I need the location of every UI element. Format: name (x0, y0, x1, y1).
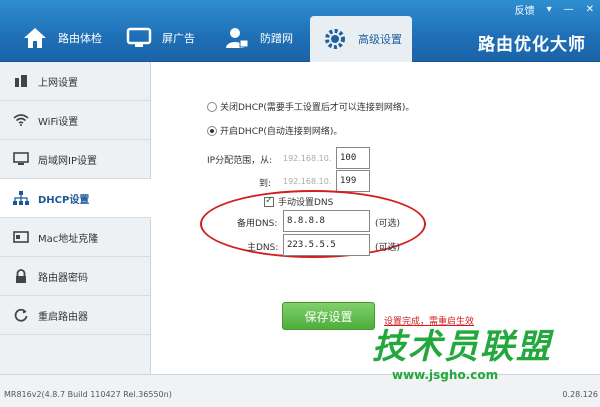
menu-button[interactable]: ▾ (541, 4, 558, 15)
dhcp-disable-label: 关闭DHCP(需要手工设置后才可以连接到网络)。 (220, 103, 415, 113)
ip-range-from-label: IP分配范围，从: (207, 156, 273, 166)
minimize-button[interactable]: — (558, 4, 580, 15)
tab-router-check[interactable]: 路由体检 (20, 16, 102, 60)
ip-range-end-input[interactable]: 199 (336, 170, 370, 192)
sidebar-item-label: 重启路由器 (38, 311, 88, 323)
dhcp-disable-radio[interactable] (207, 101, 217, 112)
dhcp-enable-label: 开启DHCP(自动连接到网络)。 (220, 127, 343, 137)
sidebar-item-mac-clone[interactable]: Mac地址克隆 (0, 218, 150, 257)
feedback-link[interactable]: 反馈 (509, 2, 541, 17)
checkmark-icon: ✓ (265, 194, 274, 206)
tab-label: 高级设置 (358, 33, 402, 46)
ip-range-start-input[interactable]: 100 (336, 147, 370, 169)
dhcp-disable-option[interactable]: 关闭DHCP(需要手工设置后才可以连接到网络)。 (207, 100, 414, 113)
backup-dns-label: 备用DNS: (237, 219, 278, 229)
status-message: 设置完成，需重启生效 (384, 317, 475, 327)
refresh-icon (12, 307, 30, 323)
sidebar-item-label: 上网设置 (38, 77, 78, 89)
tab-label: 屏广告 (162, 32, 195, 45)
save-settings-button[interactable]: 保存设置 (282, 302, 375, 330)
sidebar-item-label: 局域网IP设置 (38, 155, 97, 167)
top-toolbar: 反馈 ▾ — ✕ 路由体检 屏广告 防蹭网 高级设置 路由优化大师 (0, 0, 600, 62)
sidebar: 上网设置 WiFi设置 局域网IP设置 DHCP设置 Mac地址克隆 路由器密码 (0, 62, 151, 374)
sidebar-item-label: Mac地址克隆 (38, 233, 99, 245)
network-tree-icon (12, 190, 30, 206)
tab-ad-block[interactable]: 屏广告 (124, 16, 195, 60)
lock-icon (12, 268, 30, 284)
sidebar-item-label: DHCP设置 (38, 194, 90, 206)
primary-dns-optional: (可选) (375, 243, 401, 253)
tab-anti-leech[interactable]: 防蹭网 (222, 16, 293, 60)
tab-advanced-settings[interactable]: 高级设置 (310, 16, 412, 62)
sidebar-item-lan-ip[interactable]: 局域网IP设置 (0, 140, 150, 179)
dhcp-enable-radio[interactable] (207, 125, 217, 136)
tab-label: 防蹭网 (260, 32, 293, 45)
backup-dns-optional: (可选) (375, 219, 401, 229)
sidebar-item-label: 路由器密码 (38, 272, 88, 284)
backup-dns-input[interactable]: 8.8.8.8 (283, 210, 370, 232)
monitor-icon (124, 23, 154, 53)
wifi-icon (12, 112, 30, 128)
manual-dns-checkbox[interactable]: ✓ (264, 194, 274, 207)
manual-dns-label: 手动设置DNS (278, 198, 334, 208)
sidebar-item-reboot[interactable]: 重启路由器 (0, 296, 150, 335)
watermark: 技术员联盟 www.jsgho.com (372, 330, 562, 400)
mac-card-icon (12, 229, 30, 245)
sidebar-item-dhcp[interactable]: DHCP设置 (0, 179, 151, 218)
app-brand: 路由优化大师 (478, 35, 586, 55)
sidebar-item-wifi[interactable]: WiFi设置 (0, 101, 150, 140)
close-button[interactable]: ✕ (580, 4, 600, 15)
manual-dns-option[interactable]: ✓ 手动设置DNS (264, 195, 333, 208)
firmware-version: MR816v2(4.8.7 Build 110427 Rel.36550n) (4, 390, 172, 399)
dhcp-enable-option[interactable]: 开启DHCP(自动连接到网络)。 (207, 124, 342, 137)
window-controls: 反馈 ▾ — ✕ (509, 0, 600, 18)
sidebar-item-internet[interactable]: 上网设置 (0, 62, 150, 101)
lan-icon (12, 151, 30, 167)
home-icon (20, 23, 50, 53)
primary-dns-label: 主DNS: (247, 243, 279, 253)
sidebar-item-label: WiFi设置 (38, 116, 79, 128)
user-lock-icon (222, 23, 252, 53)
sidebar-item-router-password[interactable]: 路由器密码 (0, 257, 150, 296)
watermark-text: 技术员联盟 (372, 327, 552, 367)
watermark-url: www.jsgho.com (392, 368, 499, 382)
tab-label: 路由体检 (58, 32, 102, 45)
gear-icon (320, 24, 350, 54)
internet-icon (12, 73, 30, 89)
primary-dns-input[interactable]: 223.5.5.5 (283, 234, 370, 256)
ip-prefix-to: 192.168.10. (283, 177, 332, 186)
ip-range-to-label: 到: (259, 179, 272, 189)
router-ip-text: 0.28.126 (562, 390, 598, 399)
ip-prefix-from: 192.168.10. (283, 154, 332, 163)
